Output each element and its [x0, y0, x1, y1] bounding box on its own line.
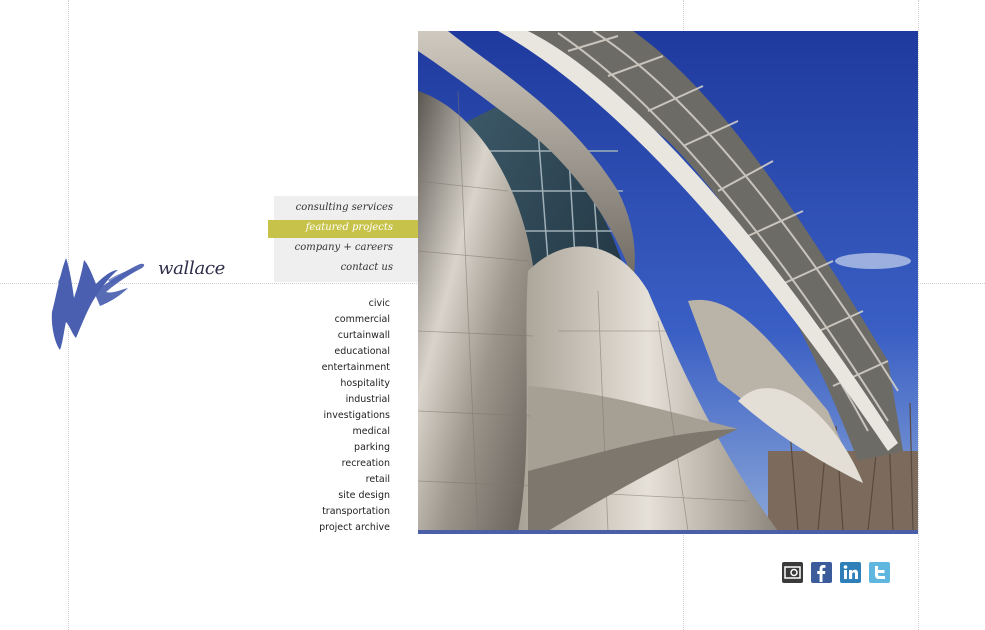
logo-wordmark: wallace: [158, 258, 226, 279]
linkedin-icon[interactable]: [840, 562, 861, 583]
brush-w-logo-icon: [51, 258, 145, 350]
nav-consulting-services[interactable]: consulting services: [296, 198, 393, 218]
category-hospitality[interactable]: hospitality: [290, 376, 390, 392]
category-curtainwall[interactable]: curtainwall: [290, 328, 390, 344]
category-educational[interactable]: educational: [290, 344, 390, 360]
logo[interactable]: wallace: [48, 252, 225, 357]
category-entertainment[interactable]: entertainment: [290, 360, 390, 376]
nav-featured-projects[interactable]: featured projects: [306, 218, 393, 238]
category-commercial[interactable]: commercial: [290, 312, 390, 328]
category-investigations[interactable]: investigations: [290, 408, 390, 424]
category-medical[interactable]: medical: [290, 424, 390, 440]
category-recreation[interactable]: recreation: [290, 456, 390, 472]
guide-line: [918, 0, 919, 630]
nav-company-careers[interactable]: company + careers: [295, 238, 393, 258]
category-retail[interactable]: retail: [290, 472, 390, 488]
hero-image: [418, 31, 918, 531]
project-category-list: civic commercial curtainwall educational…: [290, 296, 390, 536]
facebook-icon[interactable]: [811, 562, 832, 583]
issuu-icon[interactable]: [782, 562, 803, 583]
category-transportation[interactable]: transportation: [290, 504, 390, 520]
category-project-archive[interactable]: project archive: [290, 520, 390, 536]
hero-accent-bar: [418, 530, 918, 534]
main-nav: consulting services featured projects co…: [268, 196, 418, 282]
category-industrial[interactable]: industrial: [290, 392, 390, 408]
hero-building-illustration: [418, 31, 918, 531]
twitter-icon[interactable]: [869, 562, 890, 583]
nav-contact-us[interactable]: contact us: [341, 258, 393, 278]
category-parking[interactable]: parking: [290, 440, 390, 456]
category-civic[interactable]: civic: [290, 296, 390, 312]
category-site-design[interactable]: site design: [290, 488, 390, 504]
